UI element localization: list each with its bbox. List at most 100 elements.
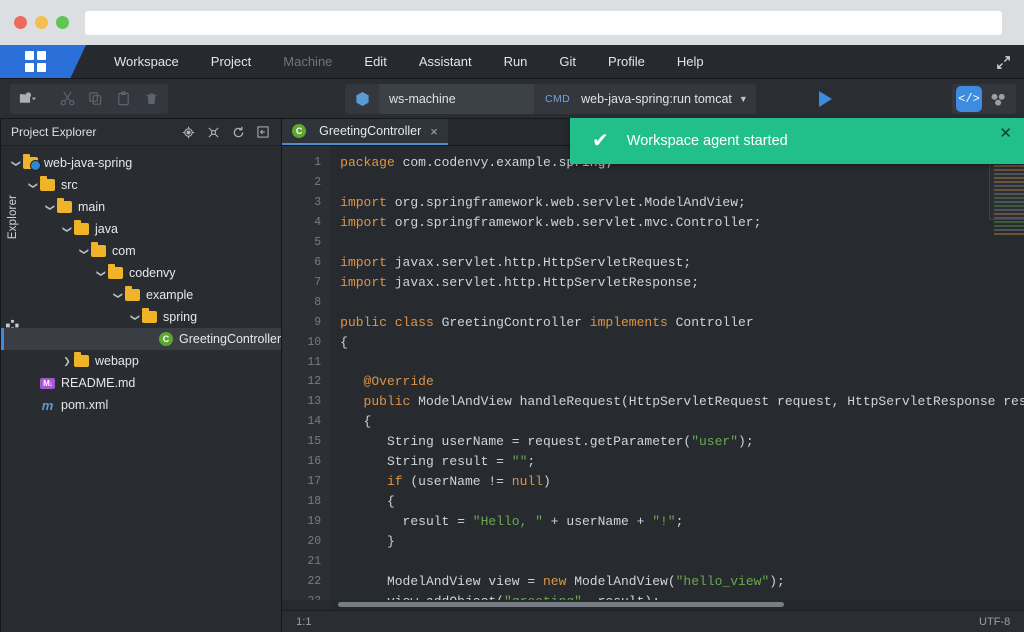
tree-item-spring[interactable]: ❯ spring bbox=[1, 306, 281, 328]
code-token: ModelAndView( bbox=[574, 574, 676, 590]
menu-help[interactable]: Help bbox=[661, 45, 720, 79]
code-token: { bbox=[340, 494, 395, 510]
close-window-button[interactable] bbox=[14, 16, 27, 29]
chevron-down-icon[interactable]: ❯ bbox=[62, 222, 73, 236]
paste-icon[interactable] bbox=[110, 86, 136, 112]
hscrollbar-thumb[interactable] bbox=[338, 602, 785, 607]
editor-statusbar: 1:1 UTF-8 Java bbox=[282, 610, 1024, 632]
tree-item-src[interactable]: ❯ src bbox=[1, 174, 281, 196]
chevron-down-icon[interactable]: ❯ bbox=[79, 244, 90, 258]
tree-item-greetingcontroller[interactable]: C GreetingController bbox=[1, 328, 282, 350]
toast-close-icon[interactable]: ✕ bbox=[999, 124, 1012, 142]
chevron-down-icon[interactable]: ❯ bbox=[113, 288, 124, 302]
app-logo[interactable] bbox=[0, 45, 86, 79]
chevron-down-icon[interactable]: ❯ bbox=[96, 266, 107, 280]
cube-icon bbox=[345, 84, 379, 114]
menu-profile[interactable]: Profile bbox=[592, 45, 661, 79]
menu-items: Workspace Project Machine Edit Assistant… bbox=[98, 45, 720, 78]
collapse-all-icon[interactable] bbox=[207, 126, 220, 139]
menu-git[interactable]: Git bbox=[543, 45, 592, 79]
chevron-down-icon[interactable]: ❯ bbox=[28, 178, 39, 192]
tree-item-label: main bbox=[78, 200, 106, 214]
folder-icon bbox=[108, 264, 123, 279]
code-token: GreetingController bbox=[441, 314, 590, 330]
trash-icon[interactable] bbox=[138, 86, 164, 112]
code-token: "user" bbox=[691, 434, 739, 450]
checkmark-icon: ✔ bbox=[592, 130, 609, 152]
cut-icon[interactable] bbox=[54, 86, 80, 112]
code-token: javax.servlet.http.HttpServletResponse; bbox=[394, 274, 699, 290]
new-file-dropdown-icon[interactable] bbox=[14, 86, 40, 112]
chevron-down-icon: ▼ bbox=[738, 94, 748, 104]
close-icon[interactable]: × bbox=[430, 124, 438, 139]
line-number: 15 bbox=[307, 435, 322, 449]
code-token: String userName = request.getParameter( bbox=[340, 434, 692, 450]
expand-arrows-icon[interactable] bbox=[988, 47, 1018, 77]
code-token: public bbox=[363, 394, 419, 410]
tree-item-web-java-spring[interactable]: ❯ web-java-spring bbox=[1, 152, 281, 174]
tree-item-main[interactable]: ❯ main bbox=[1, 196, 281, 218]
tree-item-com[interactable]: ❯ com bbox=[1, 240, 281, 262]
file-encoding[interactable]: UTF-8 bbox=[979, 616, 1010, 628]
minimize-window-button[interactable] bbox=[35, 16, 48, 29]
chevron-down-icon[interactable]: ❯ bbox=[130, 310, 141, 324]
menu-run[interactable]: Run bbox=[488, 45, 544, 79]
run-configuration-selector[interactable]: web-java-spring:run tomcat ▼ bbox=[581, 92, 756, 106]
line-number: 12 bbox=[307, 375, 322, 389]
project-folder-icon bbox=[23, 154, 41, 171]
tree-item-example[interactable]: ❯ example bbox=[1, 284, 281, 306]
menu-workspace[interactable]: Workspace bbox=[98, 45, 195, 79]
code-line: if (userName != null) bbox=[340, 472, 1024, 492]
line-number: 20 bbox=[307, 535, 322, 549]
menu-project[interactable]: Project bbox=[195, 45, 267, 79]
tree-item-label: webapp bbox=[95, 354, 139, 368]
target-icon[interactable] bbox=[182, 126, 195, 139]
chevron-right-icon[interactable]: ❯ bbox=[60, 356, 74, 367]
refresh-icon[interactable] bbox=[232, 126, 245, 139]
copy-icon[interactable] bbox=[82, 86, 108, 112]
line-number: 1 bbox=[314, 156, 322, 169]
tree-item-label: web-java-spring bbox=[44, 156, 133, 170]
tree-item-java[interactable]: ❯ java bbox=[1, 218, 281, 240]
line-number: 16 bbox=[307, 455, 322, 469]
chevron-down-icon[interactable]: ❯ bbox=[11, 156, 22, 170]
cursor-position: 1:1 bbox=[296, 615, 312, 628]
code-viewport[interactable]: 1234567891011121314151617181920212223242… bbox=[282, 146, 1024, 600]
tree-item-pom-xml[interactable]: m pom.xml bbox=[1, 394, 281, 416]
code-brackets-icon[interactable]: </> bbox=[956, 86, 982, 112]
code-token: "Hello, " bbox=[472, 514, 543, 530]
code-line: view.addObject("greeting", result); bbox=[340, 592, 1024, 600]
main-toolbar: ws-machine CMD web-java-spring:run tomca… bbox=[0, 79, 1024, 119]
editor-tab-greetingcontroller[interactable]: C GreetingController × bbox=[282, 119, 448, 145]
menu-edit[interactable]: Edit bbox=[348, 45, 402, 79]
folder-icon bbox=[74, 352, 89, 367]
notification-toast[interactable]: ✔ Workspace agent started ✕ bbox=[570, 118, 1024, 164]
machine-name[interactable]: ws-machine bbox=[379, 84, 534, 114]
maximize-window-button[interactable] bbox=[56, 16, 69, 29]
line-number: 6 bbox=[314, 255, 322, 269]
folder-icon bbox=[40, 176, 55, 191]
address-bar[interactable] bbox=[85, 10, 1002, 35]
project-explorer-panel: Project Explorer ❯ web-java-spring ❯ src… bbox=[1, 119, 283, 632]
line-number: 5 bbox=[314, 235, 322, 249]
code-line: @Override bbox=[340, 372, 1024, 392]
tree-item-codenvy[interactable]: ❯ codenvy bbox=[1, 262, 281, 284]
cubes-icon[interactable] bbox=[986, 86, 1012, 112]
maven-file-icon: m bbox=[41, 397, 54, 413]
tree-item-readme-md[interactable]: M↓ README.md bbox=[1, 372, 281, 394]
menu-machine[interactable]: Machine bbox=[267, 45, 348, 79]
source-code[interactable]: package com.codenvy.example.spring; impo… bbox=[330, 146, 1024, 600]
menu-assistant[interactable]: Assistant bbox=[403, 45, 488, 79]
java-class-icon: C bbox=[292, 124, 307, 138]
minimize-panel-icon[interactable] bbox=[257, 126, 269, 138]
tree-item-label: pom.xml bbox=[61, 398, 109, 412]
file-actions-group bbox=[10, 83, 168, 114]
line-number: 21 bbox=[307, 555, 322, 569]
chevron-down-icon[interactable]: ❯ bbox=[45, 200, 56, 214]
run-button[interactable] bbox=[810, 84, 840, 114]
editor-horizontal-scrollbar[interactable] bbox=[330, 600, 1024, 610]
tree-item-webapp[interactable]: ❯ webapp bbox=[1, 350, 281, 372]
